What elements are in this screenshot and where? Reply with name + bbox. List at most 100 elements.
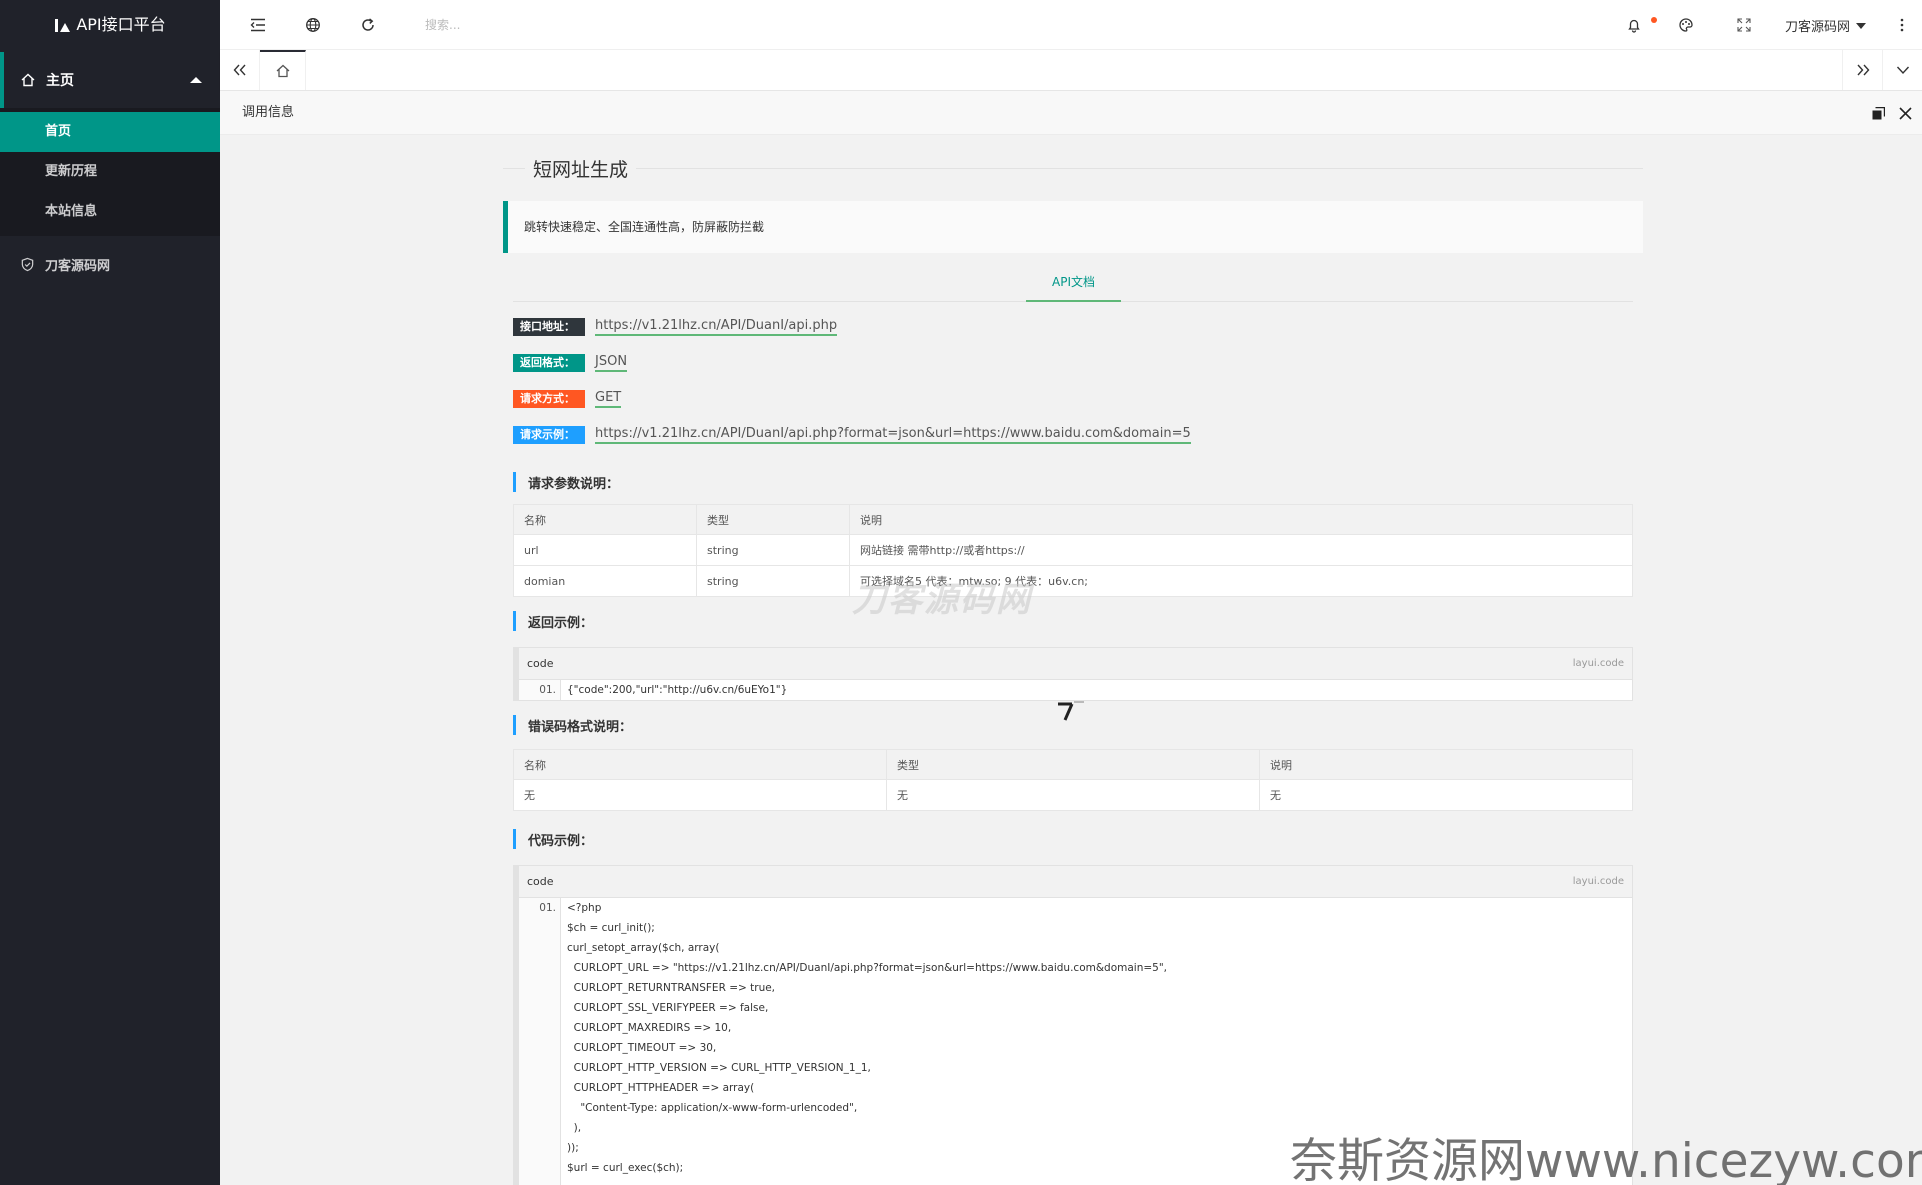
- chevron-down-icon: [1896, 66, 1909, 75]
- code-header: code layui.code: [519, 648, 1632, 680]
- example-heading: 代码示例：: [513, 829, 1643, 849]
- line-number: 01.: [539, 684, 556, 696]
- field-method: 请求方式： GET: [513, 388, 1643, 410]
- page-tabs-bar: [220, 50, 1922, 91]
- table-cell: 无: [513, 779, 887, 811]
- restore-window-icon[interactable]: [1872, 106, 1885, 120]
- example-badge: 请求示例：: [513, 426, 585, 444]
- table-header-row: 名称 类型 说明: [513, 504, 1633, 535]
- search-input[interactable]: [425, 15, 585, 35]
- table-header: 名称: [513, 749, 887, 780]
- code-label: code: [527, 875, 554, 888]
- sidebar-item-history[interactable]: 更新历程: [0, 152, 220, 192]
- return-heading: 返回示例：: [513, 611, 1643, 631]
- doc-tabs: API文档: [513, 265, 1633, 302]
- home-icon: [21, 73, 35, 87]
- table-cell: 网站链接 需带http://或者https://: [849, 534, 1633, 566]
- footer-watermark: 奈斯资源网www.nicezyw.com: [1290, 1134, 1922, 1185]
- field-endpoint: 接口地址： https://v1.21lhz.cn/API/DuanI/api.…: [513, 316, 1643, 338]
- code-line: $ch = curl_init();: [567, 922, 655, 934]
- code-line: CURLOPT_RETURNTRANSFER => true,: [567, 982, 776, 994]
- code-line: {"code":200,"url":"http://u6v.cn/6uEYo1"…: [567, 684, 788, 696]
- table-row: url string 网站链接 需带http://或者https://: [513, 534, 1633, 566]
- method-badge: 请求方式：: [513, 390, 585, 408]
- api-doc: 短网址生成 跳转快速稳定、全国连通性高，防屏蔽防拦截 API文档 接口地址： h…: [503, 135, 1643, 1185]
- sidebar: API接口平台 主页 首页 更新历程 本站信息 刀客源码网: [0, 0, 220, 1185]
- doc-description: 跳转快速稳定、全国连通性高，防屏蔽防拦截: [503, 201, 1643, 253]
- app-logo[interactable]: API接口平台: [0, 0, 220, 50]
- shield-icon: [21, 257, 34, 271]
- sidebar-tail-label: 刀客源码网: [45, 258, 111, 274]
- endpoint-link[interactable]: https://v1.21lhz.cn/API/DuanI/api.php: [595, 318, 838, 336]
- panel-tools: [1872, 91, 1912, 135]
- double-chevron-left-icon: [233, 64, 246, 76]
- code-line: "Content-Type: application/x-www-form-ur…: [567, 1102, 858, 1114]
- code-gutter: 01.: [519, 898, 561, 1185]
- refresh-icon[interactable]: [358, 15, 378, 35]
- caret-down-icon: [1856, 22, 1866, 29]
- code-line: $url = curl_exec($ch);: [567, 1162, 684, 1174]
- theme-palette-icon[interactable]: [1676, 15, 1696, 35]
- example-link[interactable]: https://v1.21lhz.cn/API/DuanI/api.php?fo…: [595, 426, 1191, 444]
- tab-api-doc[interactable]: API文档: [1026, 265, 1121, 302]
- user-menu[interactable]: 刀客源码网: [1785, 16, 1866, 35]
- code-lines: {"code":200,"url":"http://u6v.cn/6uEYo1"…: [561, 680, 787, 700]
- code-line: ));: [567, 1142, 579, 1154]
- sidebar-item-daoke[interactable]: 刀客源码网: [0, 236, 220, 292]
- code-header: code layui.code: [519, 866, 1632, 898]
- table-cell: url: [513, 534, 697, 566]
- globe-icon[interactable]: [303, 15, 323, 35]
- code-line: CURLOPT_HTTP_VERSION => CURL_HTTP_VERSIO…: [567, 1062, 871, 1074]
- table-cell: string: [696, 565, 850, 597]
- error-table: 名称 类型 说明 无 无 无: [513, 749, 1633, 811]
- table-header: 类型: [696, 504, 850, 535]
- panel-title: 调用信息: [242, 105, 295, 120]
- format-value: JSON: [595, 354, 628, 372]
- code-line: curl_setopt_array($ch, array(: [567, 942, 720, 954]
- tabs-menu-button[interactable]: [1882, 50, 1922, 90]
- nav-group-home[interactable]: 主页: [0, 52, 220, 108]
- tabs-scroll-right-button[interactable]: [1842, 50, 1882, 90]
- notification-dot: [1651, 17, 1657, 23]
- code-label: code: [527, 657, 554, 670]
- table-header: 类型: [886, 749, 1260, 780]
- table-row: domian string 可选择域名5 代表：mtw.so; 9 代表：u6v…: [513, 565, 1633, 597]
- code-line: CURLOPT_SSL_VERIFYPEER => false,: [567, 1002, 769, 1014]
- params-heading: 请求参数说明：: [513, 472, 1643, 492]
- bell-icon[interactable]: [1624, 15, 1644, 35]
- table-cell: 无: [886, 779, 1260, 811]
- close-icon[interactable]: [1899, 106, 1912, 120]
- active-indicator: [0, 52, 4, 108]
- table-cell: 无: [1259, 779, 1633, 811]
- table-header: 说明: [1259, 749, 1633, 780]
- more-vertical-icon[interactable]: [1892, 15, 1912, 35]
- code-line: CURLOPT_TIMEOUT => 30,: [567, 1042, 717, 1054]
- doc-title-row: 短网址生成: [503, 135, 1643, 195]
- sidebar-submenu: 首页 更新历程 本站信息: [0, 108, 220, 236]
- table-header: 名称: [513, 504, 697, 535]
- code-line: CURLOPT_MAXREDIRS => 10,: [567, 1022, 732, 1034]
- menu-toggle-icon[interactable]: [248, 15, 268, 35]
- table-header: 说明: [849, 504, 1633, 535]
- code-body: 01. {"code":200,"url":"http://u6v.cn/6uE…: [519, 680, 1632, 700]
- endpoint-badge: 接口地址：: [513, 318, 585, 336]
- params-table: 名称 类型 说明 url string 网站链接 需带http://或者http…: [513, 504, 1633, 597]
- field-format: 返回格式： JSON: [513, 352, 1643, 374]
- fullscreen-icon[interactable]: [1734, 15, 1754, 35]
- double-chevron-right-icon: [1856, 64, 1869, 76]
- code-line: CURLOPT_HTTPHEADER => array(: [567, 1082, 755, 1094]
- top-header: 刀客源码网: [220, 0, 1922, 50]
- code-brand: layui.code: [1572, 658, 1624, 669]
- nav-group-label: 主页: [46, 73, 74, 89]
- doc-title: 短网址生成: [525, 155, 637, 182]
- ghost-watermark: 刀客源码网: [852, 580, 1032, 620]
- table-cell: domian: [513, 565, 697, 597]
- sidebar-item-home[interactable]: 首页: [0, 112, 220, 152]
- caret-up-icon: [190, 77, 202, 83]
- content-area: 调用信息 短网址生成 跳转快速稳定、全国连通性高，防屏蔽防拦截 API文档 接口…: [220, 91, 1922, 1185]
- code-line: <?php: [567, 902, 602, 914]
- tabs-scroll-left-button[interactable]: [220, 50, 260, 90]
- code-brand: layui.code: [1572, 876, 1624, 887]
- sidebar-item-siteinfo[interactable]: 本站信息: [0, 192, 220, 232]
- tab-home[interactable]: [260, 50, 306, 90]
